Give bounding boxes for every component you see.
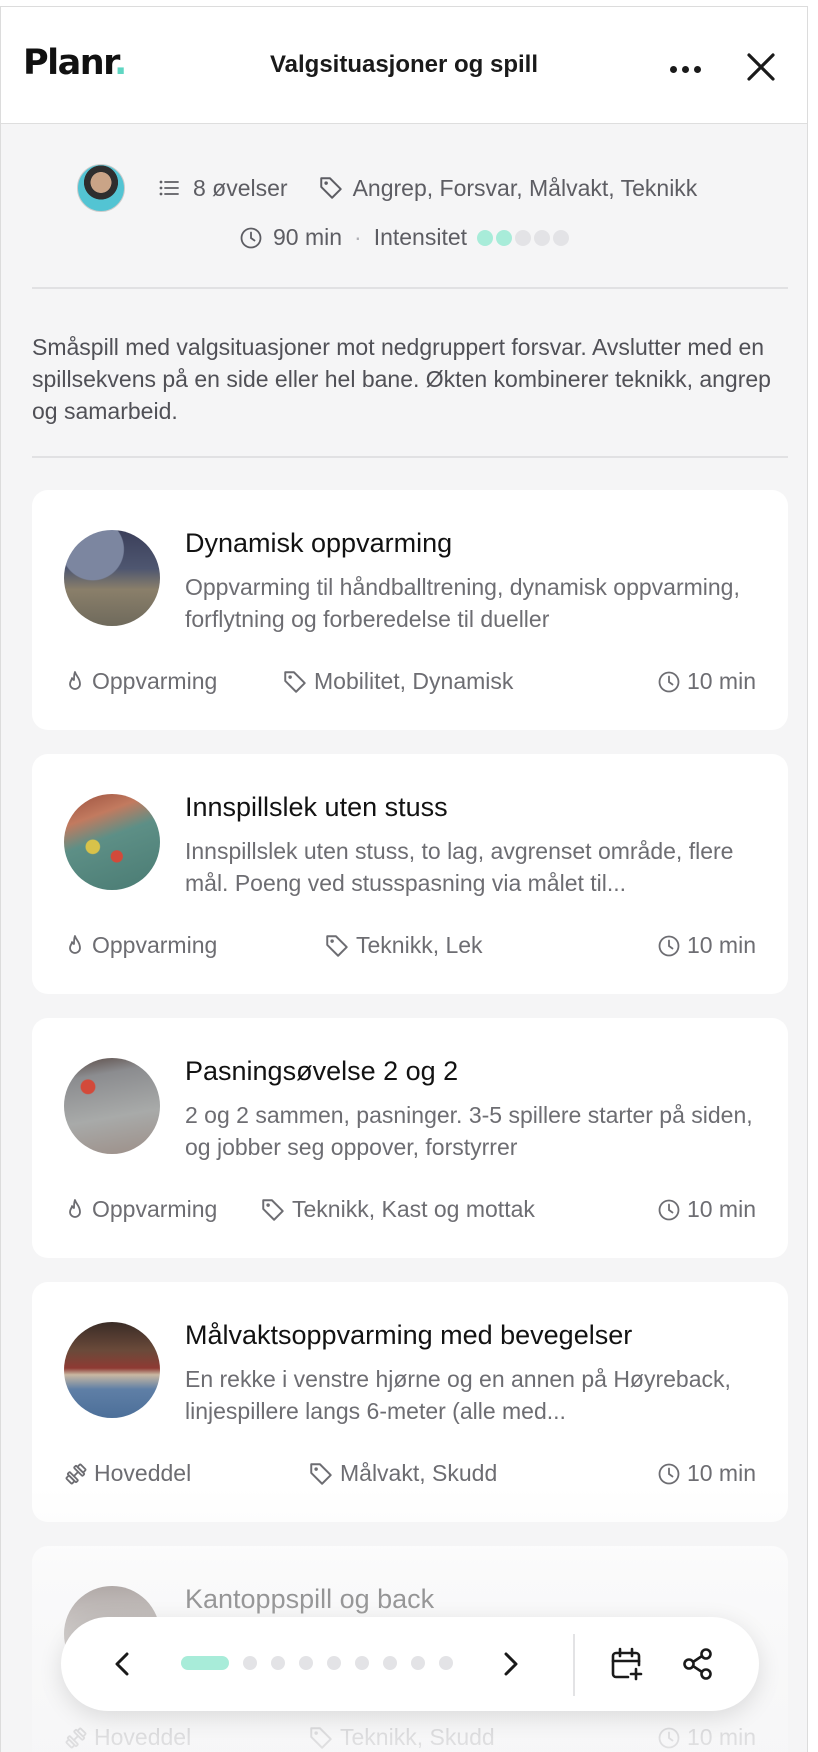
header: Planr. Valgsituasjoner og spill — [1, 7, 807, 124]
flame-icon — [69, 934, 81, 954]
exercise-thumbnail — [64, 1058, 160, 1154]
page-dot[interactable] — [411, 1656, 425, 1670]
exercise-card[interactable]: Dynamisk oppvarming Oppvarming til håndb… — [32, 490, 788, 730]
page-dot[interactable] — [327, 1656, 341, 1670]
avatar[interactable] — [77, 164, 125, 212]
clock-icon — [658, 1199, 680, 1220]
toolbar-divider — [573, 1634, 575, 1696]
clock-icon — [658, 935, 680, 956]
page-dot[interactable] — [299, 1656, 313, 1670]
session-duration: 90 min — [272, 224, 343, 250]
exercise-count: 8 øvelser — [193, 174, 288, 201]
intensity-indicator — [477, 229, 570, 246]
exercise-duration: 10 min — [657, 1196, 756, 1223]
page-dot[interactable] — [439, 1656, 453, 1670]
clock-icon — [240, 227, 262, 248]
page-indicator[interactable] — [181, 1656, 453, 1670]
chevron-left-icon[interactable] — [103, 1644, 143, 1684]
bottom-toolbar — [61, 1617, 759, 1711]
session-tags: Angrep, Forsvar, Målvakt, Teknikk — [352, 174, 698, 201]
exercise-duration: 10 min — [657, 1460, 756, 1487]
separator: · — [354, 224, 362, 250]
list-icon — [159, 180, 179, 196]
exercise-title: Målvaktsoppvarming med bevegelser — [185, 1320, 633, 1350]
intensity-dot — [553, 229, 570, 246]
page-dot[interactable] — [181, 1656, 229, 1670]
app-frame: Planr. Valgsituasjoner og spill 8 øvelse… — [0, 6, 808, 1752]
page-dot[interactable] — [243, 1656, 257, 1670]
exercise-description: En rekke i venstre hjørne og en annen på… — [185, 1366, 731, 1424]
exercise-duration: 10 min — [657, 1724, 756, 1751]
divider — [32, 456, 788, 458]
divider — [32, 287, 788, 289]
exercise-title: Dynamisk oppvarming — [185, 528, 453, 558]
exercise-category: Hoveddel — [64, 1724, 191, 1751]
close-icon[interactable] — [741, 47, 781, 87]
dumbbell-icon — [65, 1727, 87, 1748]
intensity-dot — [496, 229, 513, 246]
exercise-category: Oppvarming — [64, 1196, 217, 1223]
dumbbell-icon — [65, 1463, 87, 1484]
session-meta: 8 øvelser Angrep, Forsvar, Målvakt, Tekn… — [1, 124, 807, 299]
exercise-card[interactable]: Innspillslek uten stuss Innspillslek ute… — [32, 754, 788, 994]
clock-icon — [658, 1463, 680, 1484]
clock-icon — [658, 1727, 680, 1748]
intensity-label: Intensitet — [373, 224, 468, 250]
exercise-title: Kantoppspill og back — [185, 1584, 435, 1614]
exercise-thumbnail — [64, 1322, 160, 1418]
tag-icon — [319, 177, 342, 199]
intensity-dot — [477, 229, 494, 246]
exercise-card[interactable]: Pasningsøvelse 2 og 2 2 og 2 sammen, pas… — [32, 1018, 788, 1258]
flame-icon — [69, 1198, 81, 1218]
intensity-dot — [534, 229, 551, 246]
exercise-duration: 10 min — [657, 932, 756, 959]
page-dot[interactable] — [383, 1656, 397, 1670]
session-description: Småspill med valgsituasjoner mot nedgrup… — [32, 334, 771, 424]
page-dot[interactable] — [355, 1656, 369, 1670]
exercise-tags: Mobilitet, Dynamisk — [282, 668, 513, 695]
calendar-add-icon[interactable] — [606, 1644, 646, 1684]
share-icon[interactable] — [678, 1644, 718, 1684]
intensity-dot — [515, 229, 532, 246]
tag-icon — [310, 1726, 332, 1749]
exercise-category: Oppvarming — [64, 668, 217, 695]
exercise-tags: Teknikk, Skudd — [308, 1724, 495, 1751]
tag-icon — [326, 934, 348, 957]
page-dot[interactable] — [271, 1656, 285, 1670]
exercise-description: 2 og 2 sammen, pasninger. 3-5 spillere s… — [185, 1102, 753, 1160]
exercise-thumbnail — [64, 794, 160, 890]
exercise-description: Oppvarming til håndballtrening, dynamisk… — [185, 574, 740, 632]
exercise-category: Hoveddel — [64, 1460, 191, 1487]
flame-icon — [69, 670, 81, 690]
exercise-duration: 10 min — [657, 668, 756, 695]
exercise-category: Oppvarming — [64, 932, 217, 959]
exercise-tags: Målvakt, Skudd — [308, 1460, 497, 1487]
tag-icon — [310, 1462, 332, 1485]
tag-icon — [262, 1198, 284, 1221]
exercise-description: Innspillslek uten stuss, to lag, avgrens… — [185, 838, 734, 896]
exercise-thumbnail — [64, 530, 160, 626]
exercise-tags: Teknikk, Lek — [324, 932, 483, 959]
exercise-title: Innspillslek uten stuss — [185, 792, 448, 822]
more-options-icon[interactable] — [663, 47, 707, 91]
exercise-tags: Teknikk, Kast og mottak — [260, 1196, 535, 1223]
exercise-card[interactable]: Målvaktsoppvarming med bevegelser En rek… — [32, 1282, 788, 1522]
tag-icon — [284, 670, 306, 693]
exercise-title: Pasningsøvelse 2 og 2 — [185, 1056, 459, 1086]
clock-icon — [658, 671, 680, 692]
chevron-right-icon[interactable] — [490, 1644, 530, 1684]
